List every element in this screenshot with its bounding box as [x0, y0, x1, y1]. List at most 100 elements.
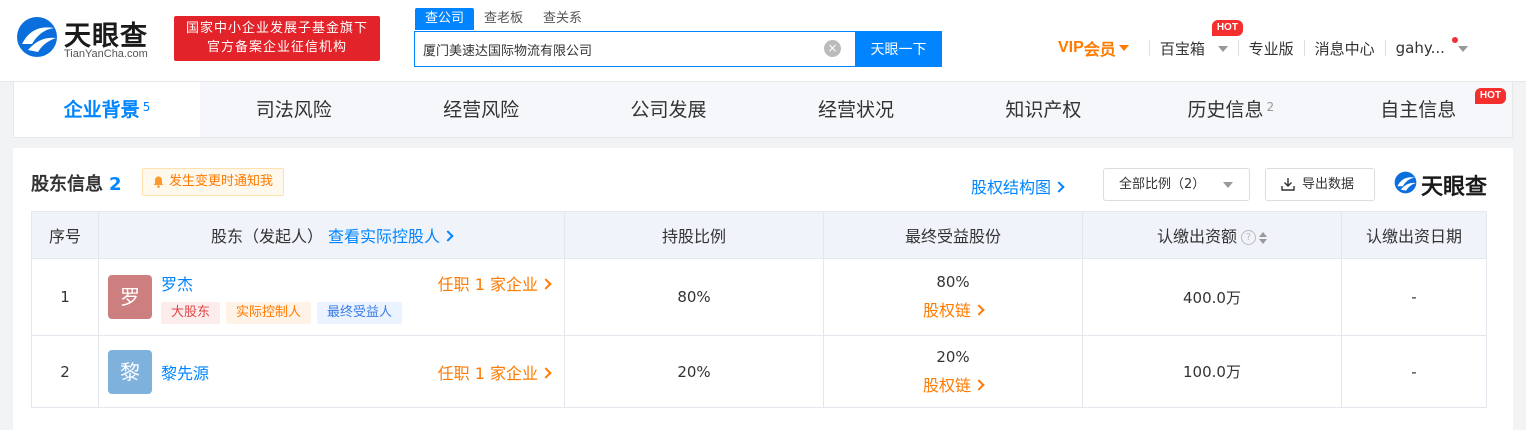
- vip-label[interactable]: VIP: [1058, 39, 1084, 57]
- tab-label: 经营状况: [817, 99, 894, 121]
- module-tabs: 企业背景 5 司法风险 经营风险 公司发展 经营状况 知识产权 历史信息 2 自主信…: [13, 82, 1513, 138]
- ratio-filter-select[interactable]: 全部比例（2）: [1103, 168, 1250, 201]
- nav-pro[interactable]: 专业版: [1249, 38, 1294, 59]
- shareholder-name-link[interactable]: 黎先源: [161, 360, 209, 384]
- holder-info: 黎 黎先源 任职 1 家企业: [99, 336, 564, 407]
- ratio-filter-value: 全部比例（2）: [1119, 177, 1206, 192]
- chevron-down-icon: [1223, 182, 1233, 188]
- actual-controller-link[interactable]: 查看实际控股人: [328, 227, 454, 246]
- search-box: ×: [414, 31, 856, 67]
- cell-amount: 400.0万: [1082, 258, 1342, 336]
- nav-toolbox[interactable]: 百宝箱 HOT: [1159, 19, 1243, 59]
- search-type-tabs: 查公司 查老板 查关系: [415, 8, 592, 30]
- tab-count: 2: [1266, 100, 1275, 114]
- chevron-right-icon: [442, 230, 454, 242]
- col-header-date: 认缴出资日期: [1341, 211, 1487, 259]
- tab-company-development[interactable]: 公司发展: [575, 82, 762, 137]
- vip-member-label[interactable]: 会员: [1084, 36, 1116, 60]
- help-icon[interactable]: ?: [1241, 230, 1256, 245]
- job-count-label: 任职 1 家企业: [437, 275, 538, 294]
- chevron-right-icon: [540, 278, 552, 290]
- notify-label: 发生变更时通知我: [169, 174, 274, 189]
- cell-no: 2: [31, 335, 99, 408]
- sort-icon[interactable]: [1259, 231, 1267, 244]
- cell-holder: 罗 罗杰 大股东 实际控制人 最终受益人 任职 1 家企业: [98, 258, 565, 336]
- table-row: 2 黎 黎先源 任职 1 家企业 20% 20% 股权链 100.0万 -: [31, 335, 1487, 408]
- nav-messages[interactable]: 消息中心: [1315, 38, 1375, 59]
- shareholder-table: 序号 股东（发起人） 查看实际控股人 持股比例 最终受益股份 认缴出资额? 认缴…: [31, 211, 1487, 408]
- col-header-amount-label: 认缴出资额: [1156, 227, 1237, 246]
- tab-enterprise-background[interactable]: 企业背景 5: [14, 82, 200, 137]
- search-tab-company[interactable]: 查公司: [415, 8, 475, 30]
- hot-badge: HOT: [1211, 19, 1243, 36]
- search-button[interactable]: 天眼一下: [855, 31, 942, 67]
- tab-intellectual-property[interactable]: 知识产权: [950, 82, 1137, 137]
- col-header-no: 序号: [31, 211, 99, 259]
- job-count-label: 任职 1 家企业: [437, 364, 538, 383]
- tab-label: 自主信息: [1380, 99, 1457, 121]
- equity-chain-link[interactable]: 股权链: [824, 297, 1082, 321]
- col-header-holder-label: 股东（发起人）: [210, 227, 323, 246]
- holder-tags: 大股东 实际控制人 最终受益人: [161, 302, 403, 324]
- tianyancha-logo-icon: [1394, 171, 1417, 194]
- tab-operating-risk[interactable]: 经营风险: [387, 82, 574, 137]
- official-banner[interactable]: 国家中小企业发展子基金旗下 官方备案企业征信机构: [174, 16, 380, 61]
- job-count-link[interactable]: 任职 1 家企业: [437, 271, 552, 295]
- search-tab-relation[interactable]: 查关系: [533, 8, 592, 30]
- cell-date: -: [1341, 258, 1487, 336]
- cell-date: -: [1341, 335, 1487, 408]
- nav-toolbox-label: 百宝箱: [1159, 39, 1205, 58]
- cell-ratio: 80%: [564, 258, 824, 336]
- col-header-ratio: 持股比例: [564, 211, 824, 259]
- nav-user[interactable]: gahy...: [1395, 37, 1468, 57]
- tag-major-shareholder: 大股东: [161, 302, 221, 324]
- cell-ratio: 20%: [564, 335, 824, 408]
- tab-count: 5: [142, 100, 151, 114]
- tab-label: 知识产权: [1005, 99, 1082, 121]
- chevron-down-icon: [1217, 46, 1228, 52]
- tab-history[interactable]: 历史信息 2: [1137, 82, 1324, 137]
- section-title-text: 股东信息: [31, 174, 103, 195]
- job-count-link[interactable]: 任职 1 家企业: [437, 360, 552, 384]
- tab-label: 历史信息: [1187, 99, 1264, 121]
- banner-line-1: 国家中小企业发展子基金旗下: [185, 21, 368, 36]
- clear-icon[interactable]: ×: [824, 40, 841, 57]
- tab-operating-status[interactable]: 经营状况: [762, 82, 949, 137]
- tab-judicial-risk[interactable]: 司法风险: [200, 82, 387, 137]
- shareholder-card: 股东信息 2 发生变更时通知我 股权结构图 全部比例（2） 导出数据 天眼查 序…: [13, 148, 1513, 430]
- hot-badge: HOT: [1474, 88, 1506, 104]
- chevron-down-icon[interactable]: [1118, 45, 1129, 51]
- shareholder-name-link[interactable]: 罗杰: [161, 271, 193, 295]
- nav-divider: [1148, 40, 1150, 56]
- tianyancha-logo-icon: [17, 17, 57, 57]
- actual-controller-label: 查看实际控股人: [328, 227, 441, 246]
- brand-name: 天眼查: [1421, 175, 1488, 200]
- nav-divider: [1303, 40, 1305, 56]
- final-pct: 80%: [936, 273, 970, 291]
- table-row: 1 罗 罗杰 大股东 实际控制人 最终受益人 任职 1 家企业 80% 80% …: [31, 258, 1487, 336]
- notify-change-button[interactable]: 发生变更时通知我: [142, 168, 285, 196]
- chevron-down-icon: [1457, 45, 1468, 52]
- chevron-right-icon: [1053, 181, 1065, 193]
- bell-icon: [153, 176, 164, 188]
- avatar[interactable]: 黎: [108, 350, 152, 394]
- avatar[interactable]: 罗: [108, 275, 152, 319]
- tab-self-info[interactable]: 自主信息 HOT: [1325, 82, 1512, 137]
- user-name: gahy...: [1395, 39, 1445, 57]
- tianyancha-logo[interactable]: 天眼查 TianYanCha.com: [14, 14, 162, 64]
- final-pct: 20%: [936, 347, 970, 366]
- tab-label: 公司发展: [630, 99, 707, 121]
- export-label: 导出数据: [1302, 177, 1355, 192]
- holder-info: 罗 罗杰 大股东 实际控制人 最终受益人 任职 1 家企业: [99, 259, 564, 335]
- banner-line-2: 官方备案企业征信机构: [206, 40, 347, 55]
- equity-chain-link[interactable]: 股权链: [824, 372, 1082, 396]
- download-icon: [1281, 178, 1295, 191]
- chevron-right-icon: [973, 304, 985, 316]
- export-data-button[interactable]: 导出数据: [1265, 168, 1375, 201]
- cell-final: 80% 股权链: [823, 258, 1083, 336]
- col-header-amount[interactable]: 认缴出资额?: [1082, 211, 1342, 259]
- tab-label: 司法风险: [255, 99, 332, 121]
- search-input[interactable]: [415, 32, 815, 66]
- search-tab-boss[interactable]: 查老板: [474, 8, 533, 30]
- equity-structure-link[interactable]: 股权结构图: [971, 174, 1065, 198]
